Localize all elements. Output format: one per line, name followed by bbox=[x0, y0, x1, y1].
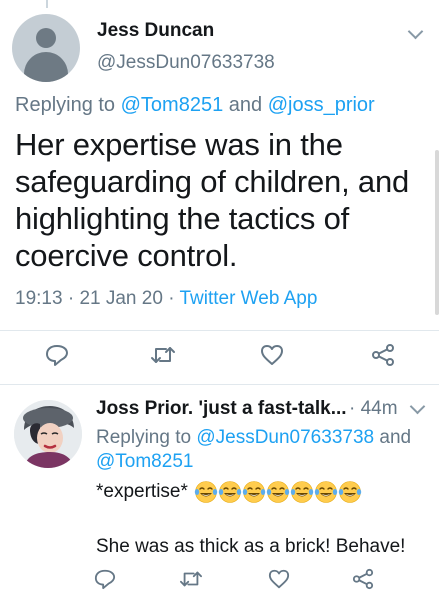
avatar-body-shape bbox=[24, 52, 68, 82]
tweet-time-value: 44m bbox=[360, 398, 398, 419]
tears-of-joy-emoji-icon bbox=[314, 481, 338, 503]
reply-icon bbox=[94, 569, 116, 590]
tears-of-joy-emoji-icon bbox=[218, 481, 242, 503]
author-name[interactable]: Jess Duncan bbox=[97, 20, 214, 42]
reply-button[interactable] bbox=[90, 565, 120, 593]
like-icon bbox=[268, 569, 290, 589]
mention-link[interactable]: @Tom8251 bbox=[96, 451, 193, 472]
share-icon bbox=[352, 568, 374, 590]
author-handle[interactable]: @JessDun07633738 bbox=[97, 52, 275, 74]
avatar[interactable] bbox=[12, 14, 80, 82]
mention-link[interactable]: @Tom8251 bbox=[121, 94, 224, 116]
tweet-text: *expertise* bbox=[96, 481, 188, 502]
tears-of-joy-emoji-icon bbox=[290, 481, 314, 503]
mention-link[interactable]: @JessDun07633738 bbox=[196, 427, 374, 448]
like-button[interactable] bbox=[264, 565, 294, 593]
retweet-button[interactable] bbox=[176, 565, 206, 593]
replying-and: and bbox=[228, 94, 263, 116]
mention-link[interactable]: @joss_prior bbox=[268, 94, 375, 116]
share-button[interactable] bbox=[348, 565, 378, 593]
tears-of-joy-emoji-icon bbox=[242, 481, 266, 503]
tweet-time: · 44m bbox=[349, 398, 398, 420]
tears-of-joy-emoji-icon bbox=[338, 481, 362, 503]
meta-separator: · bbox=[349, 398, 356, 419]
avatar-head-shape bbox=[36, 28, 56, 48]
chevron-down-icon[interactable] bbox=[409, 398, 426, 415]
divider bbox=[0, 384, 439, 385]
thread-line bbox=[46, 0, 48, 8]
author-name[interactable]: Joss Prior. 'just a fast-talk... bbox=[96, 398, 346, 420]
tweet-source-link[interactable]: Twitter Web App bbox=[179, 288, 317, 309]
share-button[interactable] bbox=[368, 341, 398, 369]
tweet-date: 21 Jan 20 bbox=[79, 288, 163, 309]
tweet-metadata: 19:13 · 21 Jan 20 · Twitter Web App bbox=[15, 288, 317, 310]
tweet-text: Her expertise was in the safeguarding of… bbox=[15, 127, 410, 273]
meta-separator: · bbox=[67, 288, 75, 309]
profile-photo bbox=[14, 400, 82, 468]
retweet-icon bbox=[151, 347, 175, 363]
share-icon bbox=[372, 344, 394, 366]
tweet-text: She was as thick as a brick! Behave! bbox=[96, 536, 406, 557]
tears-of-joy-emoji-icon bbox=[266, 481, 290, 503]
tweet-text-line: *expertise* bbox=[96, 480, 362, 504]
replying-to: Replying to @JessDun07633738 and @Tom825… bbox=[96, 426, 426, 474]
like-icon bbox=[261, 345, 283, 365]
reply-button[interactable] bbox=[42, 341, 72, 369]
replying-to-label: Replying to bbox=[96, 427, 192, 448]
reply-icon bbox=[46, 345, 68, 366]
retweet-icon bbox=[180, 571, 202, 587]
scrollbar[interactable] bbox=[435, 150, 439, 315]
emoji-group bbox=[194, 480, 362, 504]
replying-and: and bbox=[379, 427, 412, 448]
tears-of-joy-emoji-icon bbox=[194, 481, 218, 503]
replying-to: Replying to @Tom8251 and @joss_prior bbox=[15, 94, 375, 117]
like-button[interactable] bbox=[257, 341, 287, 369]
chevron-down-icon[interactable] bbox=[407, 23, 424, 40]
replying-to-label: Replying to bbox=[15, 94, 116, 116]
tweet-time: 19:13 bbox=[15, 288, 63, 309]
avatar[interactable] bbox=[14, 400, 82, 468]
retweet-button[interactable] bbox=[148, 341, 178, 369]
meta-separator: · bbox=[168, 288, 175, 309]
divider bbox=[0, 330, 439, 331]
